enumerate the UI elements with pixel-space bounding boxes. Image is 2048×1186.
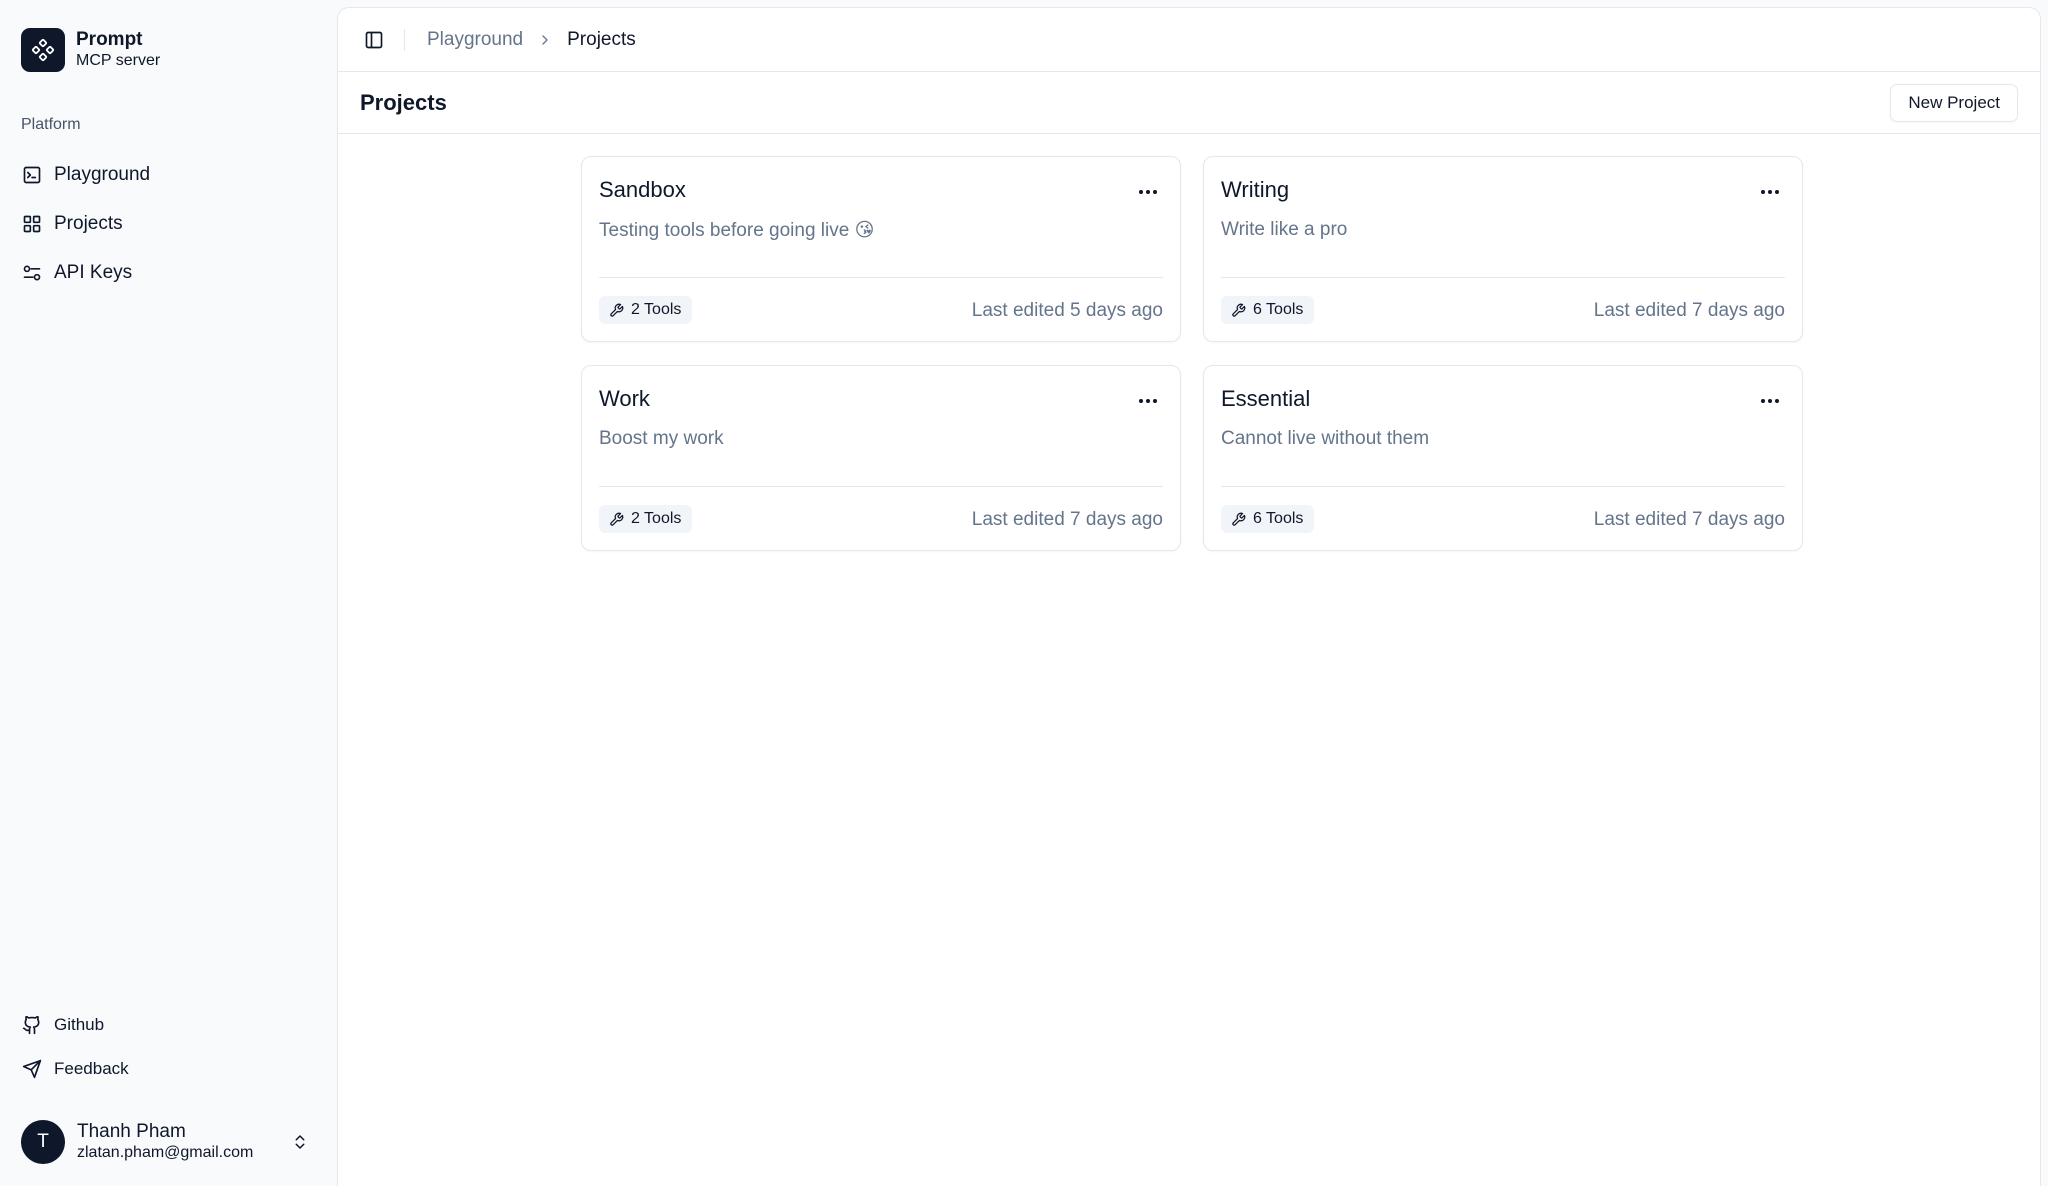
tools-badge: 2 Tools (599, 296, 693, 324)
page-header: Projects New Project (338, 72, 2040, 134)
more-horizontal-icon[interactable] (1754, 386, 1786, 416)
project-card-essential[interactable]: Essential Cannot live without them 6 Too… (1203, 365, 1803, 551)
project-description: Write like a pro (1221, 219, 1348, 240)
tools-badge: 6 Tools (1221, 505, 1315, 533)
more-horizontal-icon[interactable] (1754, 177, 1786, 207)
platform-section-label: Platform (21, 116, 81, 133)
more-horizontal-icon[interactable] (1132, 177, 1164, 207)
terminal-square-icon (21, 164, 43, 186)
top-bar: Playground Projects (338, 8, 2040, 72)
breadcrumb-playground[interactable]: Playground (427, 29, 523, 51)
sidebar-footer-links: Github Feedback (21, 1003, 129, 1091)
sidebar: Prompt MCP server Platform Playground Pr… (0, 0, 337, 1186)
breadcrumb: Playground Projects (427, 29, 636, 51)
user-name: Thanh Pham (77, 1121, 186, 1142)
brand-logo-icon (21, 28, 65, 72)
card-divider (599, 486, 1163, 487)
project-card-writing[interactable]: Writing Write like a pro 6 Tools Last ed… (1203, 156, 1803, 342)
divider (404, 28, 405, 51)
sidebar-item-label: API Keys (54, 261, 133, 283)
tools-count: 6 Tools (1253, 510, 1304, 527)
sidebar-item-label: Projects (54, 212, 123, 234)
tools-badge: 6 Tools (1221, 296, 1315, 324)
sidebar-item-label: Playground (54, 163, 151, 185)
sidebar-item-projects[interactable]: Projects (21, 199, 321, 248)
last-edited: Last edited 7 days ago (1593, 509, 1785, 530)
project-title: Writing (1221, 177, 1290, 202)
card-divider (1221, 486, 1785, 487)
app-name: Prompt (76, 29, 143, 50)
avatar: T (21, 1120, 65, 1164)
tools-count: 2 Tools (631, 510, 682, 527)
new-project-button[interactable]: New Project (1890, 83, 2018, 122)
project-description: Testing tools before going live 😘 (599, 220, 875, 241)
app-subtitle: MCP server (76, 52, 161, 69)
user-menu[interactable]: T Thanh Pham zlatan.pham@gmail.com (21, 1118, 311, 1166)
wrench-icon (609, 511, 625, 527)
wrench-icon (1231, 511, 1247, 527)
feedback-label: Feedback (54, 1059, 129, 1078)
chevron-right-icon (537, 32, 553, 48)
main-panel: Playground Projects Projects New Project… (337, 7, 2041, 1186)
brand[interactable]: Prompt MCP server (21, 28, 160, 72)
card-divider (599, 277, 1163, 278)
sidebar-item-api-keys[interactable]: API Keys (21, 248, 321, 297)
project-title: Essential (1221, 386, 1311, 411)
last-edited: Last edited 5 days ago (971, 300, 1163, 321)
tools-badge: 2 Tools (599, 505, 693, 533)
more-horizontal-icon[interactable] (1132, 386, 1164, 416)
sidebar-item-playground[interactable]: Playground (21, 150, 321, 199)
project-title: Work (599, 386, 650, 411)
breadcrumb-current: Projects (567, 28, 636, 50)
tools-count: 6 Tools (1253, 301, 1304, 318)
project-description: Cannot live without them (1221, 428, 1430, 449)
project-card-sandbox[interactable]: Sandbox Testing tools before going live … (581, 156, 1181, 342)
feedback-link[interactable]: Feedback (21, 1047, 129, 1091)
wrench-icon (1231, 302, 1247, 318)
project-title: Sandbox (599, 177, 686, 202)
card-divider (1221, 277, 1785, 278)
sidebar-toggle-icon[interactable] (362, 28, 386, 52)
last-edited: Last edited 7 days ago (1593, 300, 1785, 321)
github-link[interactable]: Github (21, 1003, 129, 1047)
github-label: Github (54, 1015, 105, 1034)
send-icon (21, 1058, 43, 1080)
chevrons-up-down-icon[interactable] (289, 1131, 311, 1153)
grid-icon (21, 213, 43, 235)
sidebar-nav: Playground Projects API Keys (21, 150, 321, 297)
settings-sliders-icon (21, 262, 43, 284)
wrench-icon (609, 302, 625, 318)
user-email: zlatan.pham@gmail.com (77, 1144, 254, 1161)
project-description: Boost my work (599, 428, 724, 449)
tools-count: 2 Tools (631, 301, 682, 318)
project-card-work[interactable]: Work Boost my work 2 Tools Last edited 7… (581, 365, 1181, 551)
github-icon (21, 1014, 43, 1036)
last-edited: Last edited 7 days ago (971, 509, 1163, 530)
page-title: Projects (360, 89, 447, 115)
